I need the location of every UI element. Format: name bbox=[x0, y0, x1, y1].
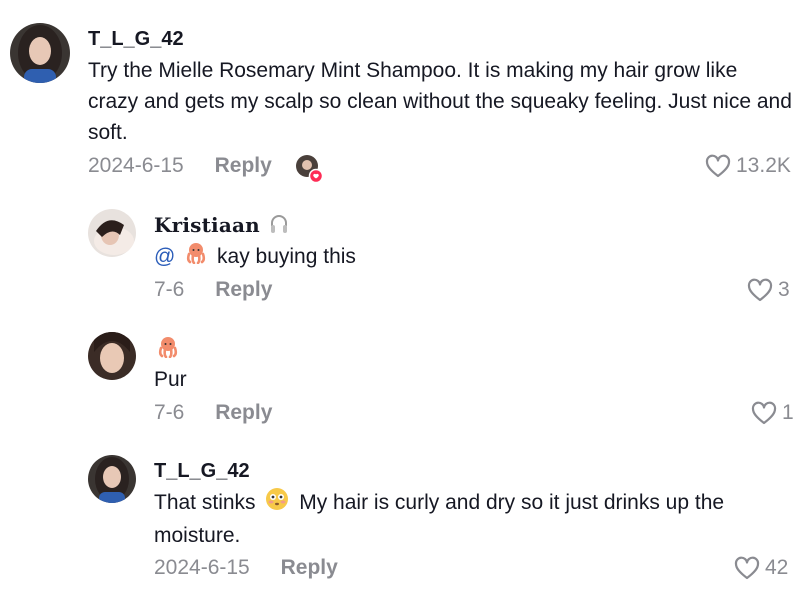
username[interactable]: Kristiaan bbox=[154, 213, 289, 240]
heart-icon bbox=[751, 401, 777, 425]
username[interactable]: T_L_G_42 bbox=[88, 28, 184, 51]
reply-button[interactable]: Reply bbox=[215, 401, 272, 425]
like-button[interactable]: 13.2K bbox=[705, 154, 791, 178]
like-count: 42 bbox=[765, 556, 789, 579]
headphones-icon bbox=[269, 213, 289, 240]
comment-text: Try the Mielle Rosemary Mint Shampoo. It… bbox=[88, 59, 792, 144]
reply-text: That stinks My hair is curly and dry so … bbox=[154, 487, 774, 551]
username[interactable] bbox=[157, 336, 179, 363]
avatar[interactable] bbox=[88, 209, 136, 257]
reply-meta: 7-6 Reply bbox=[154, 278, 272, 302]
like-count: 1 bbox=[782, 401, 793, 424]
reply-button[interactable]: Reply bbox=[281, 556, 338, 580]
like-button[interactable]: 3 bbox=[747, 278, 790, 302]
reply-date: 7-6 bbox=[154, 278, 185, 301]
octopus-icon bbox=[185, 242, 207, 273]
reply-date: 7-6 bbox=[154, 401, 185, 424]
reply-text: Pur bbox=[154, 368, 187, 391]
reply-meta: 7-6 Reply bbox=[154, 401, 272, 425]
like-button[interactable]: 42 bbox=[734, 556, 788, 580]
octopus-icon bbox=[157, 336, 179, 363]
avatar[interactable] bbox=[88, 332, 136, 380]
username[interactable]: T_L_G_42 bbox=[154, 460, 250, 483]
like-button[interactable]: 1 bbox=[751, 401, 793, 425]
mention-link[interactable]: @ bbox=[154, 245, 175, 268]
avatar[interactable] bbox=[88, 455, 136, 503]
reply-text: @ kay buying this bbox=[154, 241, 356, 273]
flushed-face-icon bbox=[265, 487, 289, 520]
reply-button[interactable]: Reply bbox=[215, 154, 272, 178]
reply-meta: 2024-6-15 Reply bbox=[154, 556, 338, 580]
avatar[interactable] bbox=[10, 23, 70, 83]
like-count: 13.2K bbox=[736, 154, 791, 177]
reply-date: 2024-6-15 bbox=[154, 556, 250, 579]
comment-date: 2024-6-15 bbox=[88, 154, 184, 177]
comment-meta: 2024-6-15 Reply bbox=[88, 154, 272, 178]
heart-icon bbox=[705, 154, 731, 178]
reply-button[interactable]: Reply bbox=[215, 278, 272, 302]
heart-icon bbox=[734, 556, 760, 580]
heart-icon bbox=[747, 278, 773, 302]
creator-liked-avatar bbox=[296, 155, 324, 184]
like-count: 3 bbox=[778, 278, 790, 301]
